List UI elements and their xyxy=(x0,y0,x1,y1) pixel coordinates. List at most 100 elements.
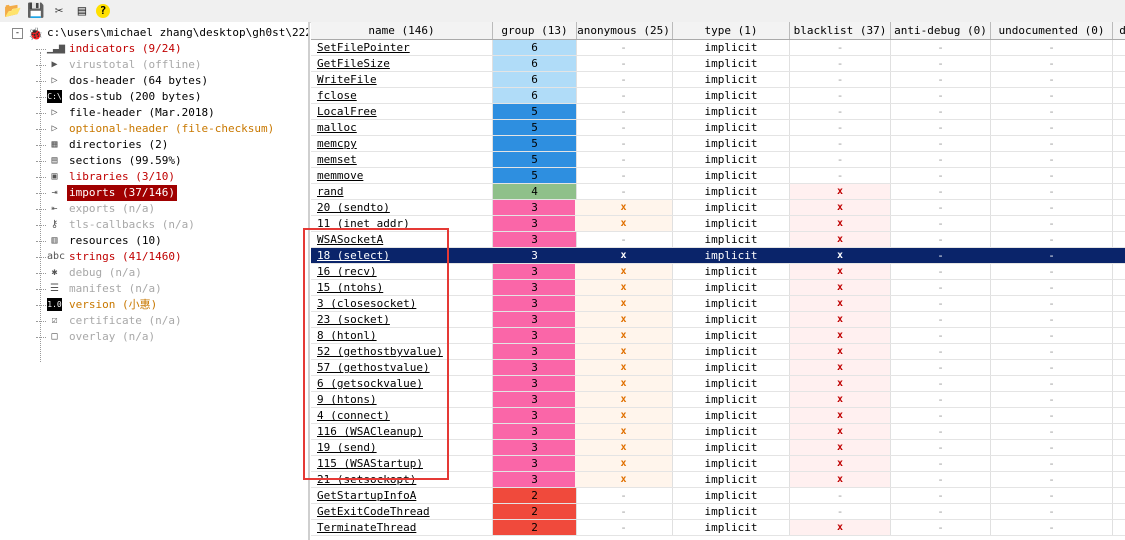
table-row[interactable]: 19 (send) 3 x implicit x - - xyxy=(311,440,1125,456)
blacklist-cell: - xyxy=(790,72,891,87)
extra-cell xyxy=(1113,136,1125,151)
manifest-icon: ☰ xyxy=(50,283,59,294)
anti-debug-cell: - xyxy=(891,264,991,279)
column-header[interactable]: d xyxy=(1113,22,1125,39)
table-row[interactable]: 52 (gethostbyvalue) 3 x implicit x - - xyxy=(311,344,1125,360)
table-row[interactable]: 3 (closesocket) 3 x implicit x - - xyxy=(311,296,1125,312)
anti-debug-cell: - xyxy=(891,184,991,199)
sections-icon: ▤ xyxy=(51,155,58,166)
table-row[interactable]: 116 (WSACleanup) 3 x implicit x - - xyxy=(311,424,1125,440)
column-header[interactable]: group (13) xyxy=(493,22,577,39)
import-name: memmove xyxy=(311,168,493,183)
table-row[interactable]: GetFileSize 6- implicit - - - xyxy=(311,56,1125,72)
help-icon[interactable]: ? xyxy=(96,4,110,18)
table-row[interactable]: 18 (select) 3 x implicit x - - xyxy=(311,248,1125,264)
anonymous-cell: - xyxy=(575,56,673,71)
import-name: 11 (inet_addr) xyxy=(311,216,493,231)
table-row[interactable]: 115 (WSAStartup) 3 x implicit x - - xyxy=(311,456,1125,472)
table-row[interactable]: SetFilePointer 6- implicit - - - xyxy=(311,40,1125,56)
extra-cell xyxy=(1113,264,1125,279)
open-folder-icon[interactable]: 📂 xyxy=(4,2,22,20)
column-header[interactable]: undocumented (0) xyxy=(991,22,1113,39)
blacklist-flag: x xyxy=(790,184,891,199)
table-row[interactable]: 6 (getsockvalue) 3 x implicit x - - xyxy=(311,376,1125,392)
table-row[interactable]: GetStartupInfoA 2- implicit - - - xyxy=(311,488,1125,504)
group-cell: 3 xyxy=(493,280,577,295)
undocumented-cell: - xyxy=(991,264,1113,279)
cut-icon[interactable]: ✂ xyxy=(50,2,68,20)
import-name: WriteFile xyxy=(311,72,493,87)
type-cell: implicit xyxy=(673,216,790,231)
anti-debug-cell: - xyxy=(891,328,991,343)
blacklist-cell: - xyxy=(790,56,891,71)
anti-debug-cell: - xyxy=(891,104,991,119)
group-cell: 3 xyxy=(493,392,577,407)
table-row[interactable]: malloc 5- implicit - - - xyxy=(311,120,1125,136)
blacklist-flag: x xyxy=(790,280,891,295)
table-row[interactable]: 21 (setsockopt) 3 x implicit x - - xyxy=(311,472,1125,488)
tree-root-label: c:\users\michael zhang\desktop\gh0st\222… xyxy=(47,26,310,39)
anti-debug-cell: - xyxy=(891,360,991,375)
collapse-icon[interactable]: - xyxy=(12,28,23,39)
group-cell: 6 xyxy=(493,72,577,87)
table-row[interactable]: rand 4- implicit x - - xyxy=(311,184,1125,200)
column-header[interactable]: type (1) xyxy=(673,22,790,39)
anonymous-cell: - xyxy=(575,88,673,103)
version-icon: 1.0 xyxy=(47,298,62,311)
blacklist-cell: - xyxy=(790,104,891,119)
table-row[interactable]: 9 (htons) 3 x implicit x - - xyxy=(311,392,1125,408)
terminal-icon: C:\ xyxy=(47,90,62,103)
anonymous-cell: - xyxy=(575,520,673,535)
table-row[interactable]: memmove 5- implicit - - - xyxy=(311,168,1125,184)
import-name: 23 (socket) xyxy=(311,312,493,327)
undocumented-cell: - xyxy=(991,40,1113,55)
anti-debug-cell: - xyxy=(891,152,991,167)
undocumented-cell: - xyxy=(991,120,1113,135)
table-row[interactable]: 16 (recv) 3 x implicit x - - xyxy=(311,264,1125,280)
column-header[interactable]: blacklist (37) xyxy=(790,22,891,39)
column-header[interactable]: name (146) xyxy=(311,22,493,39)
list-icon[interactable]: ▤ xyxy=(73,2,91,20)
table-row[interactable]: 15 (ntohs) 3 x implicit x - - xyxy=(311,280,1125,296)
undocumented-cell: - xyxy=(991,104,1113,119)
table-row[interactable]: WSASocketA 3- implicit x - - xyxy=(311,232,1125,248)
anti-debug-cell: - xyxy=(891,296,991,311)
group-cell: 3 xyxy=(493,408,577,423)
table-row[interactable]: WriteFile 6- implicit - - - xyxy=(311,72,1125,88)
table-row[interactable]: GetExitCodeThread 2- implicit - - - xyxy=(311,504,1125,520)
table-row[interactable]: 20 (sendto) 3 x implicit x - - xyxy=(311,200,1125,216)
table-row[interactable]: 57 (gethostvalue) 3 x implicit x - - xyxy=(311,360,1125,376)
undocumented-cell: - xyxy=(991,488,1113,503)
table-row[interactable]: memset 5- implicit - - - xyxy=(311,152,1125,168)
blacklist-flag: x xyxy=(790,392,891,407)
type-cell: implicit xyxy=(673,184,790,199)
blacklist-flag: x xyxy=(790,232,891,247)
table-row[interactable]: LocalFree 5- implicit - - - xyxy=(311,104,1125,120)
table-row[interactable]: 11 (inet_addr) 3 x implicit x - - xyxy=(311,216,1125,232)
resources-icon: ▥ xyxy=(51,235,58,246)
type-cell: implicit xyxy=(673,296,790,311)
save-icon[interactable]: 💾 xyxy=(27,2,45,20)
anti-debug-cell: - xyxy=(891,120,991,135)
group-cell: 5 xyxy=(493,152,577,167)
table-row[interactable]: 8 (htonl) 3 x implicit x - - xyxy=(311,328,1125,344)
group-cell: 3 xyxy=(493,232,577,247)
anti-debug-cell: - xyxy=(891,56,991,71)
table-row[interactable]: 23 (socket) 3 x implicit x - - xyxy=(311,312,1125,328)
type-cell: implicit xyxy=(673,152,790,167)
type-cell: implicit xyxy=(673,440,790,455)
table-row[interactable]: memcpy 5- implicit - - - xyxy=(311,136,1125,152)
tree-item-label: dos-stub (200 bytes) xyxy=(69,90,202,103)
extra-cell xyxy=(1113,200,1125,215)
column-header[interactable]: anonymous (25) xyxy=(575,22,673,39)
extra-cell xyxy=(1113,232,1125,247)
column-header[interactable]: anti-debug (0) xyxy=(891,22,991,39)
table-row[interactable]: fclose 6- implicit - - - xyxy=(311,88,1125,104)
extra-cell xyxy=(1113,344,1125,359)
group-cell: 5 xyxy=(493,120,577,135)
import-name: 6 (getsockvalue) xyxy=(311,376,493,391)
table-row[interactable]: 4 (connect) 3 x implicit x - - xyxy=(311,408,1125,424)
undocumented-cell: - xyxy=(991,312,1113,327)
group-cell: 3 xyxy=(493,376,577,391)
table-row[interactable]: TerminateThread 2- implicit x - - xyxy=(311,520,1125,536)
